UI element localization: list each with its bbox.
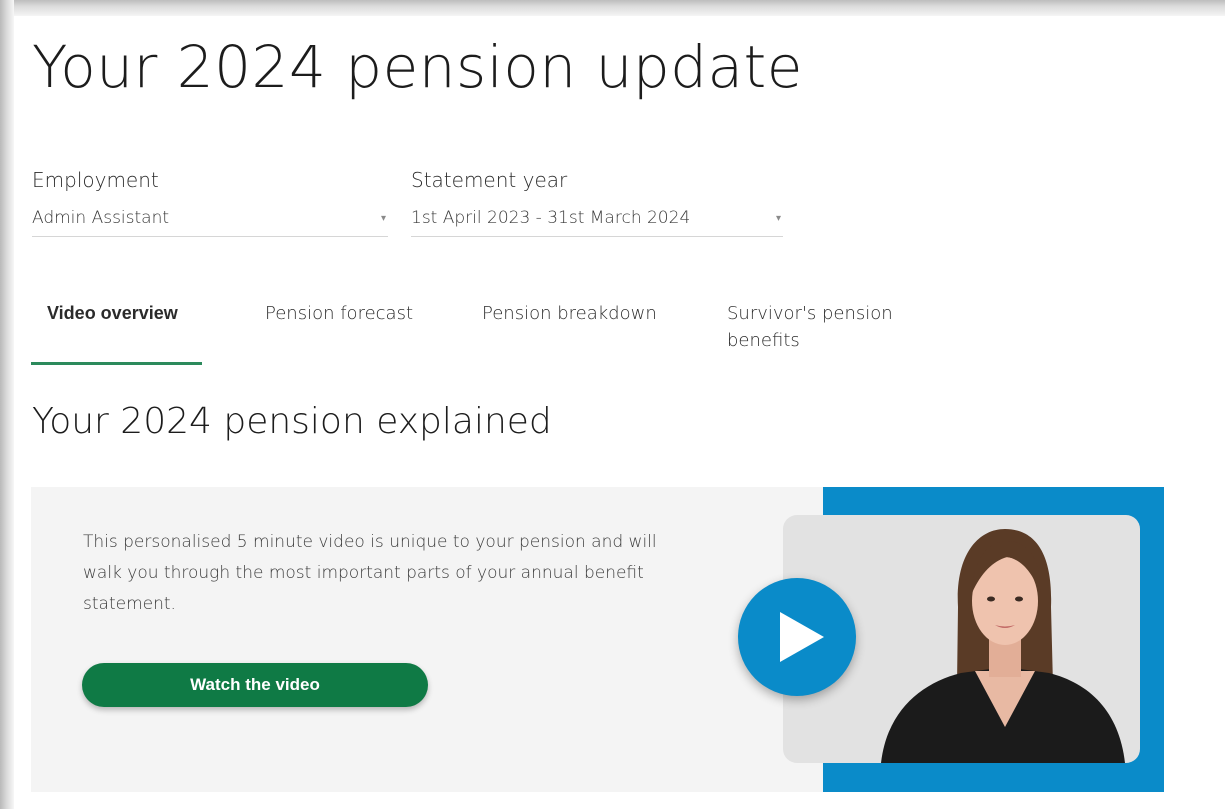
employment-selected-value: Admin Assistant: [32, 208, 170, 228]
screenshot-frame-left: [0, 0, 14, 809]
pension-update-page: Your 2024 pension update Employment Admi…: [14, 16, 1225, 809]
video-promo-panel: This personalised 5 minute video is uniq…: [31, 487, 823, 792]
chevron-down-icon: ▾: [775, 212, 781, 224]
page-title: Your 2024 pension update: [32, 33, 803, 101]
employment-field: Employment Admin Assistant ▾: [32, 168, 388, 237]
employment-select[interactable]: Admin Assistant ▾: [32, 208, 388, 237]
watch-video-button[interactable]: Watch the video: [82, 663, 428, 707]
statement-year-select[interactable]: 1st April 2023 - 31st March 2024 ▾: [411, 208, 783, 237]
section-heading: Your 2024 pension explained: [32, 401, 552, 442]
active-tab-indicator: [31, 362, 202, 365]
tab-pension-forecast[interactable]: Pension forecast: [265, 300, 413, 327]
tab-pension-breakdown[interactable]: Pension breakdown: [482, 300, 657, 327]
screenshot-frame-top: [0, 0, 1225, 16]
play-video-button[interactable]: [738, 578, 856, 696]
tab-bar: Video overview Pension forecast Pension …: [31, 300, 931, 370]
tab-video-overview[interactable]: Video overview: [47, 300, 178, 327]
video-description: This personalised 5 minute video is uniq…: [83, 532, 657, 614]
chevron-down-icon: ▾: [380, 212, 386, 224]
statement-year-label: Statement year: [411, 168, 568, 192]
play-icon: [780, 612, 824, 662]
statement-year-field: Statement year 1st April 2023 - 31st Mar…: [411, 168, 783, 237]
tab-survivors-pension-benefits[interactable]: Survivor's pension benefits: [727, 300, 917, 354]
statement-year-selected-value: 1st April 2023 - 31st March 2024: [411, 208, 691, 228]
employment-label: Employment: [32, 168, 159, 192]
